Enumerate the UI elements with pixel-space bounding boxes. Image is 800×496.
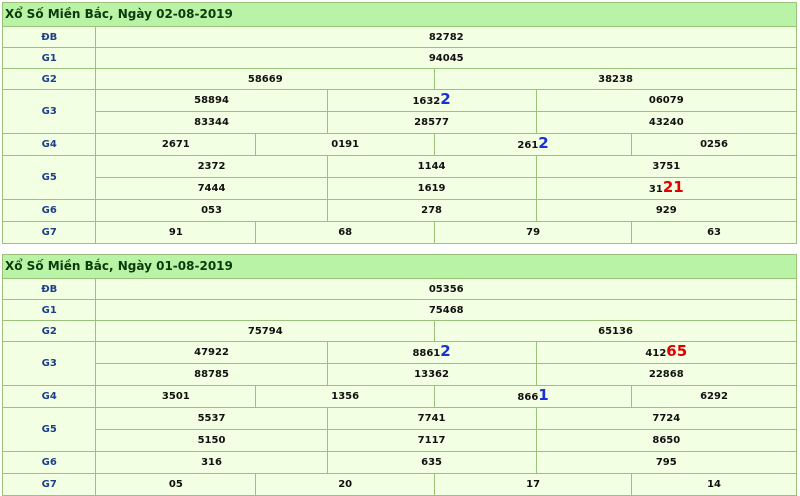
prize-label-g1: G1 bbox=[1, 47, 97, 69]
prize-label-g2: G2 bbox=[1, 320, 97, 342]
prize-g5-value: 8650 bbox=[535, 429, 798, 452]
prize-label-g7: G7 bbox=[1, 221, 97, 244]
prize-g4-value: 3501 bbox=[95, 385, 257, 408]
prize-label-g5: G5 bbox=[1, 155, 97, 200]
prize-g7-value: 17 bbox=[434, 473, 633, 496]
prize-g2-value: 58669 bbox=[95, 68, 436, 90]
prize-g1-value: 94045 bbox=[95, 47, 797, 69]
prize-g6-value: 053 bbox=[95, 199, 328, 222]
prize-label-g3: G3 bbox=[1, 341, 97, 386]
prize-g5-value: 5150 bbox=[95, 429, 328, 452]
prize-g3-value: 41265 bbox=[535, 341, 798, 364]
prize-g5-value: 1619 bbox=[326, 177, 537, 200]
prize-g6-value: 635 bbox=[326, 451, 537, 474]
prize-g2-value: 38238 bbox=[434, 68, 797, 90]
prize-g5-value: 7117 bbox=[326, 429, 537, 452]
prize-g3-value: 83344 bbox=[95, 111, 328, 134]
prize-g4-value: 2671 bbox=[95, 133, 257, 156]
prize-g3-value: 16322 bbox=[326, 89, 537, 112]
lottery-table-1: Xổ Số Miền Bắc, Ngày 02-08-2019 ĐB 82782… bbox=[1, 2, 798, 244]
prize-g4-value: 1356 bbox=[255, 385, 436, 408]
prize-label-db: ĐB bbox=[1, 278, 97, 300]
prize-g6-value: 795 bbox=[535, 451, 798, 474]
prize-g7-value: 91 bbox=[95, 221, 257, 244]
prize-db-value: 05356 bbox=[95, 278, 797, 300]
prize-label-db: ĐB bbox=[1, 26, 97, 48]
prize-label-g7: G7 bbox=[1, 473, 97, 496]
prize-g2-value: 75794 bbox=[95, 320, 436, 342]
prize-g4-value: 8661 bbox=[434, 385, 633, 408]
prize-label-g3: G3 bbox=[1, 89, 97, 134]
prize-label-g2: G2 bbox=[1, 68, 97, 90]
prize-g7-value: 68 bbox=[255, 221, 436, 244]
prize-g3-value: 88785 bbox=[95, 363, 328, 386]
prize-g3-value: 22868 bbox=[535, 363, 798, 386]
prize-g5-value: 7444 bbox=[95, 177, 328, 200]
prize-g5-value: 7741 bbox=[326, 407, 537, 430]
prize-g3-value: 43240 bbox=[535, 111, 798, 134]
prize-g6-value: 278 bbox=[326, 199, 537, 222]
prize-g4-value: 6292 bbox=[631, 385, 797, 408]
prize-g7-value: 14 bbox=[631, 473, 797, 496]
prize-label-g6: G6 bbox=[1, 199, 97, 222]
table-title: Xổ Số Miền Bắc, Ngày 02-08-2019 bbox=[2, 2, 797, 27]
prize-g7-value: 20 bbox=[255, 473, 436, 496]
prize-g4-value: 0191 bbox=[255, 133, 436, 156]
prize-g3-value: 88612 bbox=[326, 341, 537, 364]
prize-g4-value: 0256 bbox=[631, 133, 797, 156]
lottery-table-2: Xổ Số Miền Bắc, Ngày 01-08-2019 ĐB 05356… bbox=[1, 254, 798, 496]
prize-label-g6: G6 bbox=[1, 451, 97, 474]
prize-g4-value: 2612 bbox=[434, 133, 633, 156]
prize-label-g4: G4 bbox=[1, 133, 97, 156]
prize-db-value: 82782 bbox=[95, 26, 797, 48]
prize-g6-value: 316 bbox=[95, 451, 328, 474]
prize-g5-value: 3751 bbox=[535, 155, 798, 178]
prize-g3-value: 06079 bbox=[535, 89, 798, 112]
prize-g3-value: 47922 bbox=[95, 341, 328, 364]
prize-g1-value: 75468 bbox=[95, 299, 797, 321]
prize-g6-value: 929 bbox=[535, 199, 798, 222]
prize-label-g5: G5 bbox=[1, 407, 97, 452]
prize-label-g1: G1 bbox=[1, 299, 97, 321]
table-title: Xổ Số Miền Bắc, Ngày 01-08-2019 bbox=[2, 254, 797, 279]
prize-g3-value: 13362 bbox=[326, 363, 537, 386]
prize-g7-value: 79 bbox=[434, 221, 633, 244]
prize-g2-value: 65136 bbox=[434, 320, 797, 342]
prize-g7-value: 63 bbox=[631, 221, 797, 244]
prize-g3-value: 28577 bbox=[326, 111, 537, 134]
prize-g5-value: 3121 bbox=[535, 177, 798, 200]
prize-g5-value: 2372 bbox=[95, 155, 328, 178]
prize-g7-value: 05 bbox=[95, 473, 257, 496]
prize-g3-value: 58894 bbox=[95, 89, 328, 112]
prize-g5-value: 1144 bbox=[326, 155, 537, 178]
prize-label-g4: G4 bbox=[1, 385, 97, 408]
prize-g5-value: 5537 bbox=[95, 407, 328, 430]
prize-g5-value: 7724 bbox=[535, 407, 798, 430]
